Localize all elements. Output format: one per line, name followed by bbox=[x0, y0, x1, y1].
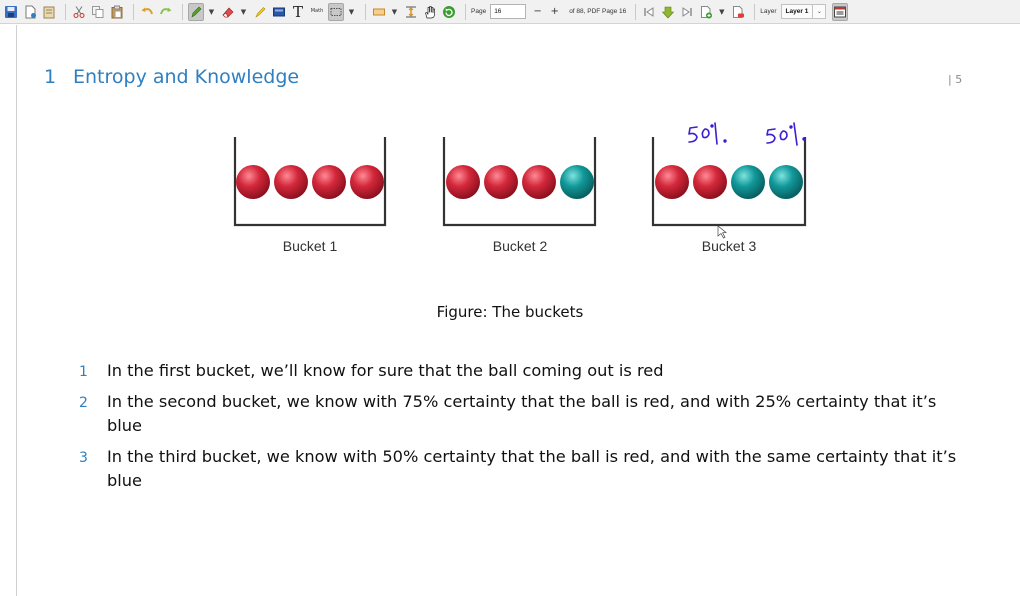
red-ball bbox=[446, 165, 480, 199]
page-decrement-button[interactable]: − bbox=[529, 4, 546, 19]
list-item-number: 1 bbox=[79, 364, 88, 380]
red-ball bbox=[350, 165, 384, 199]
red-ball bbox=[522, 165, 556, 199]
buckets-figure: Bucket 1 Bucket 2 Bucket 3 bbox=[233, 122, 807, 254]
vertical-space-icon[interactable] bbox=[403, 3, 419, 21]
figure-caption: Figure: The buckets bbox=[436, 303, 584, 321]
bucket-label: Bucket 3 bbox=[702, 238, 757, 254]
eraser-icon[interactable] bbox=[220, 3, 236, 21]
next-page-icon[interactable] bbox=[660, 3, 676, 21]
toolbar-separator bbox=[182, 3, 183, 20]
list-item-text: In the second bucket, we know with 75% c… bbox=[107, 392, 937, 435]
section-title: Entropy and Knowledge bbox=[73, 66, 300, 88]
layer-select[interactable]: Layer 1 bbox=[780, 4, 814, 19]
red-ball bbox=[693, 165, 727, 199]
hand-icon[interactable] bbox=[422, 3, 438, 21]
bucket-label: Bucket 2 bbox=[493, 238, 548, 254]
red-ball bbox=[312, 165, 346, 199]
page-count-label: of 88, PDF Page 16 bbox=[569, 8, 627, 15]
bucket-3: Bucket 3 bbox=[651, 137, 807, 254]
insert-page-icon[interactable] bbox=[698, 3, 714, 21]
page-number-input[interactable] bbox=[490, 4, 527, 19]
redo-icon[interactable] bbox=[158, 3, 174, 21]
chevron-down-icon[interactable]: ⌄ bbox=[813, 4, 827, 19]
document-canvas[interactable]: 1 Entropy and Knowledge | 5 Bucket 1 Buc… bbox=[0, 25, 1020, 596]
last-page-icon[interactable] bbox=[679, 3, 695, 21]
red-ball bbox=[236, 165, 270, 199]
toolbar-separator bbox=[65, 3, 66, 20]
chevron-down-icon[interactable]: ▼ bbox=[390, 3, 399, 21]
bucket-label: Bucket 1 bbox=[283, 238, 338, 254]
bucket-1: Bucket 1 bbox=[233, 137, 387, 254]
copy-icon[interactable] bbox=[90, 3, 106, 21]
toolbar-separator bbox=[365, 3, 366, 20]
bucket-2: Bucket 2 bbox=[442, 137, 597, 254]
toolbar: ▼ ▼ T Math ▼ ▼ Page − + of 88, PDF Page … bbox=[0, 0, 1020, 24]
red-ball bbox=[274, 165, 308, 199]
first-page-icon[interactable] bbox=[641, 3, 657, 21]
teal-ball bbox=[560, 165, 594, 199]
notebook-icon[interactable] bbox=[41, 3, 57, 21]
list-item-number: 2 bbox=[79, 395, 88, 411]
highlighter-icon[interactable] bbox=[252, 3, 268, 21]
chevron-down-icon[interactable]: ▼ bbox=[207, 3, 216, 21]
shape-tool-icon[interactable] bbox=[371, 3, 387, 21]
new-page-icon[interactable] bbox=[22, 3, 38, 21]
handwritten-annotation-50-percent bbox=[688, 122, 727, 145]
cut-icon[interactable] bbox=[71, 3, 87, 21]
chevron-down-icon[interactable]: ▼ bbox=[239, 3, 248, 21]
page-number: | 5 bbox=[948, 73, 963, 86]
pen-tool-icon[interactable] bbox=[188, 2, 204, 21]
teal-ball bbox=[731, 165, 765, 199]
math-icon-label: Math bbox=[310, 8, 324, 14]
paste-icon[interactable] bbox=[109, 3, 125, 21]
image-tool-icon[interactable] bbox=[271, 3, 287, 21]
page-increment-button[interactable]: + bbox=[546, 4, 563, 19]
list-item-text: In the first bucket, we’ll know for sure… bbox=[107, 361, 664, 380]
delete-page-icon[interactable] bbox=[730, 3, 746, 21]
red-ball bbox=[484, 165, 518, 199]
page-label: Page bbox=[471, 8, 487, 15]
save-icon[interactable] bbox=[3, 3, 19, 21]
layer-label: Layer bbox=[760, 8, 777, 15]
handwritten-annotation-50-percent bbox=[766, 122, 806, 146]
toolbar-separator bbox=[754, 3, 756, 20]
math-tool-icon[interactable]: Math bbox=[309, 3, 325, 21]
select-rect-icon[interactable] bbox=[328, 2, 344, 21]
red-ball bbox=[655, 165, 689, 199]
teal-ball bbox=[769, 165, 803, 199]
fullscreen-icon[interactable] bbox=[832, 2, 849, 21]
list-item-text: In the third bucket, we know with 50% ce… bbox=[107, 447, 957, 490]
toolbar-separator bbox=[133, 3, 134, 20]
mouse-cursor-icon bbox=[717, 225, 727, 239]
list-item-number: 3 bbox=[79, 450, 88, 466]
toolbar-separator bbox=[635, 3, 637, 20]
section-number: 1 bbox=[44, 66, 57, 88]
text-tool-icon[interactable]: T bbox=[290, 3, 306, 21]
chevron-down-icon[interactable]: ▼ bbox=[347, 3, 356, 21]
undo-icon[interactable] bbox=[139, 3, 155, 21]
chevron-down-icon[interactable]: ▼ bbox=[717, 3, 726, 21]
refresh-icon[interactable] bbox=[441, 3, 457, 21]
toolbar-separator bbox=[465, 3, 466, 20]
